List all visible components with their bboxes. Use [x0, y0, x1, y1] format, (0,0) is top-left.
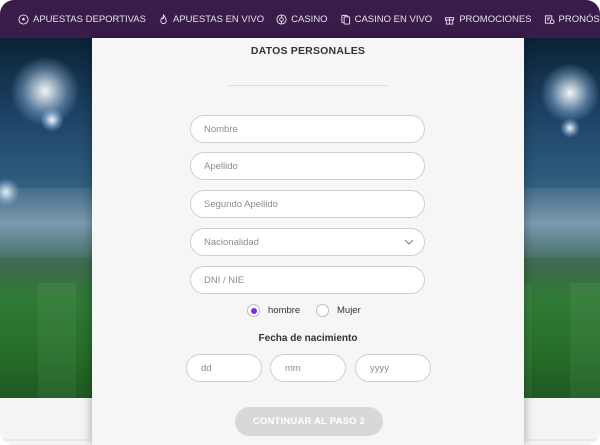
registration-card: DATOS PERSONALES Nacionalidad hombre Muj… [92, 38, 524, 445]
floodlight [540, 63, 600, 123]
floodlight [40, 108, 64, 132]
form-title: DATOS PERSONALES [250, 45, 366, 57]
continue-button[interactable]: CONTINUAR AL PASO 2 [235, 407, 383, 436]
nav-pronosticos[interactable]: PRONÓSTICOS [544, 14, 600, 25]
roulette-icon [276, 13, 287, 25]
flame-icon [158, 13, 169, 25]
cards-icon [340, 14, 351, 25]
nav-label: CASINO EN VIVO [354, 13, 433, 25]
title-divider [228, 85, 388, 86]
nav-casino[interactable]: CASINO [276, 13, 328, 25]
radio-mujer[interactable]: Mujer [316, 304, 361, 317]
apellido-input[interactable] [190, 152, 425, 180]
nacionalidad-placeholder: Nacionalidad [204, 236, 259, 248]
nombre-input[interactable] [190, 115, 425, 143]
top-nav: APUESTAS DEPORTIVAS APUESTAS EN VIVO CAS… [0, 0, 600, 38]
nav-label: PROMOCIONES [459, 13, 532, 25]
nav-casino-en-vivo[interactable]: CASINO EN VIVO [340, 13, 433, 25]
nav-label: APUESTAS EN VIVO [172, 13, 265, 25]
nacionalidad-select[interactable]: Nacionalidad [190, 228, 425, 256]
soccer-ball-icon [18, 13, 29, 25]
dni-input[interactable] [190, 266, 425, 294]
dob-day-input[interactable]: dd [186, 354, 262, 382]
radio-circle [316, 304, 329, 317]
dob-month-input[interactable]: mm [270, 354, 346, 382]
segundo-apellido-input[interactable] [190, 190, 425, 218]
radio-label-mujer: Mujer [337, 305, 361, 316]
dob-month-placeholder: mm [285, 362, 301, 374]
forecast-icon [544, 14, 555, 25]
gift-icon [444, 14, 455, 25]
floodlight [560, 118, 580, 138]
nav-label: PRONÓSTICOS [558, 13, 600, 25]
radio-circle-selected [247, 304, 260, 317]
gender-radio-group: hombre Mujer [92, 304, 524, 322]
nav-promociones[interactable]: PROMOCIONES [444, 13, 532, 25]
page-frame: APUESTAS DEPORTIVAS APUESTAS EN VIVO CAS… [0, 0, 600, 445]
radio-hombre[interactable]: hombre [247, 304, 300, 317]
dob-year-input[interactable]: yyyy [355, 354, 431, 382]
nav-label: APUESTAS DEPORTIVAS [33, 13, 146, 25]
radio-dot [250, 307, 257, 314]
dob-title: Fecha de nacimiento [258, 333, 358, 344]
nav-apuestas-deportivas[interactable]: APUESTAS DEPORTIVAS [18, 14, 146, 25]
nav-label: CASINO [291, 13, 328, 25]
dob-year-placeholder: yyyy [370, 362, 389, 374]
dob-day-placeholder: dd [201, 362, 212, 374]
radio-label-hombre: hombre [268, 305, 301, 316]
nav-apuestas-en-vivo[interactable]: APUESTAS EN VIVO [158, 13, 265, 25]
chevron-down-icon [404, 237, 414, 247]
